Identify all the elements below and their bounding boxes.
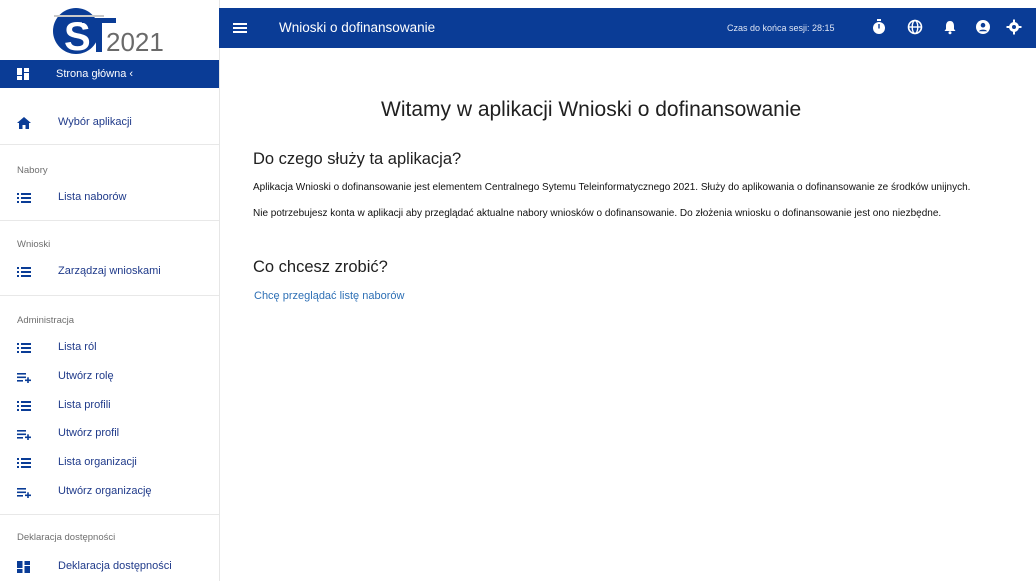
list-icon	[17, 400, 31, 412]
browse-calls-link[interactable]: Chcę przeglądać listę naborów	[254, 290, 404, 302]
section-heading-actions: Co chcesz zrobić?	[253, 258, 388, 276]
timer-icon[interactable]	[871, 19, 887, 35]
section-label-nabory: Nabory	[17, 165, 48, 176]
sidebar-divider	[0, 220, 219, 221]
list-icon	[17, 457, 31, 469]
sidebar-item-label: Utwórz profil	[58, 427, 120, 439]
sidebar-home-item[interactable]: Strona główna ‹	[0, 60, 219, 88]
sidebar-item-lista-rol[interactable]: Lista ról	[0, 336, 219, 360]
sidebar-item-label: Lista ról	[58, 341, 97, 353]
sidebar-item-utworz-role[interactable]: Utwórz rolę	[0, 365, 219, 389]
sidebar-item-label: Lista naborów	[58, 191, 127, 203]
playlist-add-icon	[17, 371, 31, 384]
svg-text:2021: 2021	[106, 27, 164, 56]
sidebar-item-label: Lista profili	[58, 399, 111, 411]
logo-area: S 2021	[0, 0, 219, 61]
sidebar-item-lista-organizacji[interactable]: Lista organizacji	[0, 451, 219, 475]
menu-icon[interactable]	[233, 21, 247, 39]
sidebar-divider	[0, 514, 219, 515]
sidebar: S 2021 Strona główna ‹ Wybór aplikacji N…	[0, 0, 220, 581]
sidebar-item-deklaracja-dostepnosci[interactable]: Deklaracja dostępności	[0, 555, 219, 579]
sidebar-item-label: Lista organizacji	[58, 456, 137, 468]
bell-icon[interactable]	[942, 19, 958, 35]
about-paragraph-2: Nie potrzebujesz konta w aplikacji aby p…	[253, 208, 942, 219]
sidebar-home-label: Strona główna	[56, 68, 127, 80]
section-heading-about: Do czego służy ta aplikacja?	[253, 150, 462, 168]
top-app-bar: Wnioski o dofinansowanie Czas do końca s…	[219, 8, 1036, 48]
dashboard-icon	[17, 68, 29, 83]
chevron-left-icon[interactable]: ‹	[129, 68, 133, 80]
playlist-add-icon	[17, 428, 31, 441]
settings-icon[interactable]	[1006, 19, 1022, 35]
dashboard-icon	[17, 561, 31, 573]
st2021-logo[interactable]: S 2021	[46, 4, 176, 56]
section-label-deklaracja: Deklaracja dostępności	[17, 532, 116, 543]
app-title: Wnioski o dofinansowanie	[279, 20, 436, 35]
globe-icon[interactable]	[907, 19, 923, 35]
list-icon	[17, 192, 31, 204]
sidebar-item-label: Deklaracja dostępności	[58, 560, 172, 572]
section-label-administracja: Administracja	[17, 315, 75, 326]
session-timer-text: Czas do końca sesji: 28:15	[727, 23, 835, 33]
playlist-add-icon	[17, 486, 31, 499]
list-icon	[17, 266, 31, 278]
section-label-wnioski: Wnioski	[17, 239, 51, 250]
sidebar-divider	[0, 144, 219, 145]
list-icon	[17, 342, 31, 354]
sidebar-item-lista-profili[interactable]: Lista profili	[0, 394, 219, 418]
sidebar-item-label: Utwórz rolę	[58, 370, 114, 382]
sidebar-item-zarzadzaj-wnioskami[interactable]: Zarządzaj wnioskami	[0, 260, 219, 284]
sidebar-item-utworz-profil[interactable]: Utwórz profil	[0, 422, 219, 446]
sidebar-item-wybor-aplikacji[interactable]: Wybór aplikacji	[0, 111, 219, 135]
sidebar-item-utworz-organizacje[interactable]: Utwórz organizację	[0, 480, 219, 504]
home-icon	[17, 117, 31, 129]
sidebar-item-lista-naborow[interactable]: Lista naborów	[0, 186, 219, 210]
sidebar-item-label: Zarządzaj wnioskami	[58, 265, 161, 277]
account-icon[interactable]	[975, 19, 991, 35]
sidebar-divider	[0, 295, 219, 296]
sidebar-item-label: Wybór aplikacji	[58, 116, 132, 128]
sidebar-item-label: Utwórz organizację	[58, 485, 152, 497]
page-title: Witamy w aplikacji Wnioski o dofinansowa…	[381, 98, 802, 121]
about-paragraph-1: Aplikacja Wnioski o dofinansowanie jest …	[253, 182, 971, 193]
